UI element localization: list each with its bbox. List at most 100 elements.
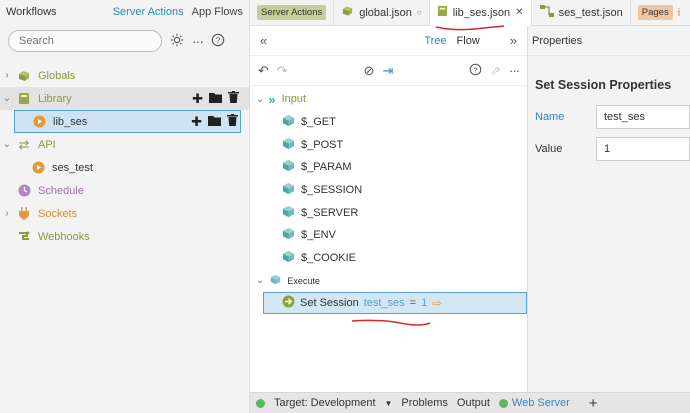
tab-label-lib-ses: lib_ses.json <box>452 6 511 19</box>
input-item[interactable]: $_GET <box>250 111 527 134</box>
set-session-step[interactable]: Set Session test_ses = 1 ⇨ <box>263 292 527 315</box>
tab-label-truncated: i <box>677 6 681 19</box>
trash-icon[interactable] <box>227 114 238 129</box>
red-annotation-underline <box>351 319 431 326</box>
disable-icon[interactable]: ⊘ <box>364 63 375 79</box>
properties-header: Properties <box>528 26 690 56</box>
input-item-label: $_GET <box>301 116 336 129</box>
tab-ses-test-json[interactable]: ses_test.json <box>532 0 631 26</box>
action-play-icon <box>29 115 49 128</box>
globals-icon <box>14 70 34 82</box>
import-icon[interactable]: ⇥ <box>382 63 393 79</box>
value-label: Value <box>535 143 563 155</box>
tab-app-flows[interactable]: App Flows <box>192 6 243 18</box>
tree-item-ses-test[interactable]: ses_test <box>0 156 249 179</box>
red-annotation-tab-underline <box>435 25 505 31</box>
folder-icon[interactable] <box>208 114 221 129</box>
property-name-row: Name <box>528 102 690 132</box>
tab-server-actions[interactable]: Server Actions <box>113 6 184 18</box>
tree-label-lib-ses: lib_ses <box>53 115 88 128</box>
name-field[interactable] <box>596 105 690 129</box>
session-icon: ⇨ <box>432 297 442 310</box>
server-actions-pill: Server Actions <box>257 5 327 20</box>
step-row: Set Session test_ses = 1 ⇨ <box>250 292 527 316</box>
workflows-sidebar: Workflows Server Actions App Flows ··· ?… <box>0 0 250 413</box>
pages-pill: Pages <box>637 5 673 20</box>
chevron-down-icon[interactable]: ⌄ <box>256 275 264 286</box>
tree-item-lib-ses[interactable]: lib_ses ✚ <box>14 110 241 133</box>
tree-item-schedule[interactable]: Schedule <box>0 179 249 202</box>
input-item[interactable]: $_SERVER <box>250 201 527 224</box>
tree-label-library: Library <box>38 92 72 105</box>
arrow-right-circle-icon <box>282 295 295 311</box>
workflow-tree: › Globals ⌄ Library ✚ lib_ses ✚ ⌄ ⇄ API … <box>0 58 249 248</box>
help-icon[interactable]: ? <box>469 63 482 79</box>
input-item[interactable]: $_PARAM <box>250 156 527 179</box>
undo-icon[interactable]: ↶ <box>258 63 269 79</box>
dropdown-arrow-icon[interactable]: ▼ <box>385 399 393 408</box>
chevron-down-icon[interactable]: ⌄ <box>0 93 14 104</box>
tree-item-api[interactable]: ⌄ ⇄ API <box>0 133 249 156</box>
tree-item-globals[interactable]: › Globals <box>0 64 249 87</box>
add-terminal-icon[interactable]: + <box>589 395 598 412</box>
collapse-right-icon[interactable]: » <box>510 33 517 48</box>
problems-tab[interactable]: Problems <box>401 397 447 409</box>
tree-item-webhooks[interactable]: Webhooks <box>0 225 249 248</box>
input-item[interactable]: $_SESSION <box>250 179 527 202</box>
clock-icon <box>14 184 34 197</box>
input-section[interactable]: ⌄ » Input <box>250 88 527 111</box>
input-item[interactable]: $_ENV <box>250 224 527 247</box>
chevron-down-icon[interactable]: ⌄ <box>0 139 14 150</box>
chevron-right-icon[interactable]: › <box>0 208 14 219</box>
search-input[interactable] <box>8 30 162 52</box>
lib-ses-actions: ✚ <box>191 114 238 130</box>
mode-flow[interactable]: Flow <box>457 35 480 47</box>
chevron-down-icon[interactable]: ⌄ <box>256 94 264 105</box>
gear-icon[interactable] <box>170 33 184 50</box>
add-icon[interactable]: ✚ <box>192 91 203 107</box>
share-icon[interactable]: ⇗ <box>490 63 501 79</box>
properties-panel: Properties Set Session Properties Name V… <box>528 26 690 392</box>
target-selector[interactable]: Target: Development <box>274 397 376 409</box>
input-item-label: $_COOKIE <box>301 252 357 265</box>
modified-dot-icon: ○ <box>416 8 422 17</box>
step-action: Set Session <box>300 297 359 310</box>
tab-label-global: global.json <box>359 6 412 19</box>
more-icon[interactable]: ··· <box>192 33 204 49</box>
input-item-label: $_PARAM <box>301 161 352 174</box>
box-icon <box>282 137 295 153</box>
input-list: $_GET $_POST $_PARAM $_SESSION $_SERVER $_ENV… <box>250 111 527 270</box>
box-icon <box>282 182 295 198</box>
status-bar: Target: Development ▼ Problems Output We… <box>250 392 690 413</box>
web-server-tab[interactable]: Web Server <box>512 397 570 409</box>
input-item-label: $_ENV <box>301 229 336 242</box>
library-icon <box>14 92 34 105</box>
chevron-right-icon[interactable]: › <box>0 70 14 81</box>
input-arrows-icon: » <box>268 91 276 107</box>
add-icon[interactable]: ✚ <box>191 114 202 130</box>
tab-pages[interactable]: Pages i <box>631 0 687 26</box>
redo-icon[interactable]: ↷ <box>277 63 288 79</box>
target-status-icon <box>256 398 265 408</box>
close-icon[interactable]: ✕ <box>515 7 523 18</box>
tab-label-ses-test: ses_test.json <box>558 6 623 19</box>
more-icon[interactable]: ··· <box>509 63 520 78</box>
mode-tree[interactable]: Tree <box>424 35 446 47</box>
output-tab[interactable]: Output <box>457 397 490 409</box>
library-icon <box>437 5 448 20</box>
tab-global-json[interactable]: global.json ○ <box>334 0 430 26</box>
execute-section[interactable]: ⌄ Execute <box>250 270 527 293</box>
tree-item-library[interactable]: ⌄ Library ✚ <box>0 87 249 110</box>
tree-item-sockets[interactable]: › Sockets <box>0 202 249 225</box>
tab-server-actions-badge[interactable]: Server Actions <box>250 0 335 26</box>
help-icon[interactable]: ? <box>211 33 225 50</box>
web-server-status-icon <box>498 398 508 408</box>
collapse-left-icon[interactable]: « <box>260 33 267 48</box>
app-window: Workflows Server Actions App Flows ··· ?… <box>0 0 690 413</box>
input-item[interactable]: $_COOKIE <box>250 247 527 270</box>
trash-icon[interactable] <box>228 91 239 106</box>
folder-icon[interactable] <box>209 91 222 106</box>
input-item[interactable]: $_POST <box>250 133 527 156</box>
tree-label-webhooks: Webhooks <box>38 230 90 243</box>
value-field[interactable] <box>596 137 690 161</box>
